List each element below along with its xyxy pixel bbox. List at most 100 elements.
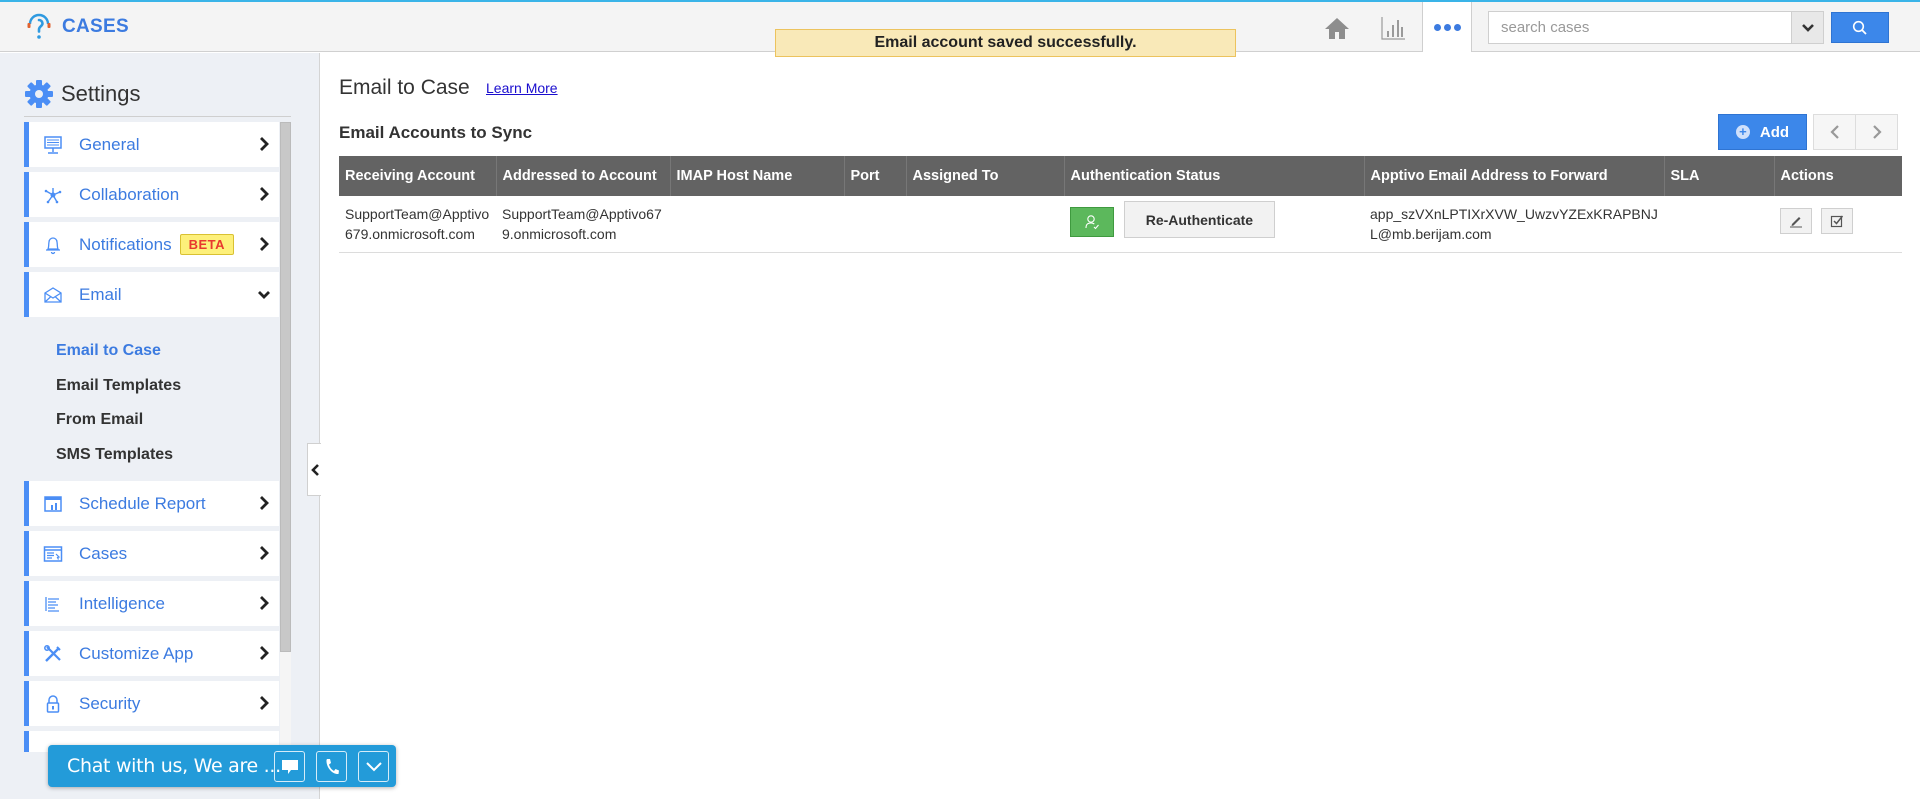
column-header[interactable]: Addressed to Account <box>496 156 671 196</box>
chevron-down-icon <box>1801 23 1814 32</box>
edit-button[interactable] <box>1780 208 1812 234</box>
authentication-status-cell: Re-Authenticate <box>1064 196 1364 253</box>
column-header[interactable]: Apptivo Email Address to Forward <box>1364 156 1665 196</box>
column-header[interactable]: IMAP Host Name <box>670 156 845 196</box>
column-header: Actions <box>1774 156 1902 196</box>
subnav-from-email[interactable]: From Email <box>24 403 279 438</box>
settings-title: Settings <box>61 81 141 106</box>
search-input[interactable] <box>1489 12 1791 43</box>
more-dots-icon <box>1433 23 1441 31</box>
chat-minimize-button[interactable] <box>358 751 389 782</box>
column-header[interactable]: Authentication Status <box>1064 156 1365 196</box>
learn-more-link[interactable]: Learn More <box>486 80 558 96</box>
subnav-email-templates[interactable]: Email Templates <box>24 369 279 404</box>
column-header[interactable]: Assigned To <box>906 156 1065 196</box>
app-brand[interactable]: CASES <box>26 12 129 42</box>
network-icon <box>42 184 64 206</box>
next-page-button[interactable] <box>1855 114 1898 150</box>
chevron-down-icon <box>258 291 270 299</box>
search-box <box>1488 11 1824 44</box>
main-content: Email to Case Learn More Email Accounts … <box>321 53 1920 799</box>
add-label: Add <box>1759 123 1790 141</box>
sidebar-scrollbar[interactable] <box>280 122 291 752</box>
envelope-icon <box>42 284 64 306</box>
chevron-right-icon <box>260 187 269 201</box>
sidebar-item-label: Notifications <box>79 234 172 254</box>
settings-nav: General Collaboration Notifications BETA <box>24 122 279 752</box>
sidebar-item-label: Customize App <box>79 643 194 663</box>
forward-address-cell: app_szVXnLPTIXrXVW_UwzvYZExKRAPBNJL@mb.b… <box>1364 196 1664 253</box>
app-title: CASES <box>62 16 129 37</box>
home-button[interactable] <box>1321 12 1353 44</box>
sidebar-scrollbar-thumb[interactable] <box>280 122 291 652</box>
sidebar-item-notifications[interactable]: Notifications BETA <box>24 222 279 267</box>
column-header[interactable]: SLA <box>1664 156 1775 196</box>
chat-message-button[interactable] <box>274 751 305 782</box>
sidebar-collapse-button[interactable] <box>307 443 321 496</box>
lock-icon <box>42 693 64 715</box>
divider <box>24 116 291 117</box>
previous-page-button[interactable] <box>1813 114 1856 150</box>
column-header[interactable]: Port <box>844 156 907 196</box>
addressed-to-account-cell: SupportTeam@Apptivo679.onmicrosoft.com <box>496 196 670 253</box>
tools-icon <box>42 643 64 665</box>
subnav-email-to-case[interactable]: Email to Case <box>24 334 279 369</box>
port-cell <box>844 196 906 253</box>
plus-circle-icon: + <box>1735 125 1750 139</box>
sidebar-item-label: Security <box>79 693 141 713</box>
chevron-right-icon <box>260 646 269 660</box>
subnav-sms-templates[interactable]: SMS Templates <box>24 438 279 473</box>
authenticated-status-button[interactable] <box>1070 206 1114 237</box>
email-accounts-table: Receiving Account Addressed to Account I… <box>339 156 1902 253</box>
table-row: SupportTeam@Apptivo679.onmicrosoft.com S… <box>339 196 1902 253</box>
bell-icon <box>42 234 64 256</box>
sidebar-item-cases[interactable]: Cases <box>24 531 279 576</box>
re-authenticate-button[interactable]: Re-Authenticate <box>1123 201 1275 238</box>
search-dropdown-button[interactable] <box>1791 12 1823 43</box>
section-title: Email Accounts to Sync <box>339 123 533 142</box>
sidebar-item-general[interactable]: General <box>24 122 279 167</box>
enable-toggle-button[interactable] <box>1820 208 1853 234</box>
chat-label[interactable]: Chat with us, We are ... <box>67 755 281 777</box>
assigned-to-cell <box>906 196 1064 253</box>
chevron-right-icon <box>260 696 269 710</box>
sidebar-item-label: Email <box>79 284 122 304</box>
sidebar-item-label: Schedule Report <box>79 493 206 513</box>
user-check-icon <box>1085 214 1099 229</box>
sidebar-item-email[interactable]: Email <box>24 272 279 317</box>
chevron-left-icon <box>1829 125 1839 139</box>
sidebar-item-collaboration[interactable]: Collaboration <box>24 172 279 217</box>
chevron-right-icon <box>260 237 269 251</box>
chevron-left-icon <box>310 463 319 476</box>
success-toast: Email account saved successfully. <box>775 29 1236 57</box>
search-icon <box>1852 20 1867 35</box>
headset-question-icon <box>27 13 51 39</box>
sidebar-item-security[interactable]: Security <box>24 681 279 726</box>
chat-bubble-icon <box>281 759 298 774</box>
add-button[interactable]: + Add <box>1718 114 1807 150</box>
table-header-row: Receiving Account Addressed to Account I… <box>339 156 1902 196</box>
gear-icon <box>25 80 53 108</box>
cases-window-icon <box>42 543 64 565</box>
imap-host-cell <box>670 196 844 253</box>
phone-icon <box>325 758 339 774</box>
column-header[interactable]: Receiving Account <box>339 156 497 196</box>
sidebar-item-label: General <box>79 134 140 154</box>
more-menu-button[interactable] <box>1422 2 1472 52</box>
edit-icon <box>1790 217 1802 228</box>
sidebar-item-intelligence[interactable]: Intelligence <box>24 581 279 626</box>
sidebar-item-schedule-report[interactable]: Schedule Report <box>24 481 279 526</box>
actions-cell <box>1774 196 1902 253</box>
receiving-account-cell: SupportTeam@Apptivo679.onmicrosoft.com <box>339 196 496 253</box>
reports-button[interactable] <box>1377 12 1409 44</box>
search-button[interactable] <box>1831 12 1889 43</box>
monitor-icon <box>42 134 64 156</box>
home-icon <box>1325 18 1349 39</box>
lines-list-icon <box>42 593 64 615</box>
calendar-report-icon <box>42 493 64 515</box>
chat-call-button[interactable] <box>316 751 347 782</box>
sidebar-item-customize-app[interactable]: Customize App <box>24 631 279 676</box>
chevron-right-icon <box>260 546 269 560</box>
sidebar-item-label: Collaboration <box>79 184 180 204</box>
chevron-right-icon <box>260 137 269 151</box>
